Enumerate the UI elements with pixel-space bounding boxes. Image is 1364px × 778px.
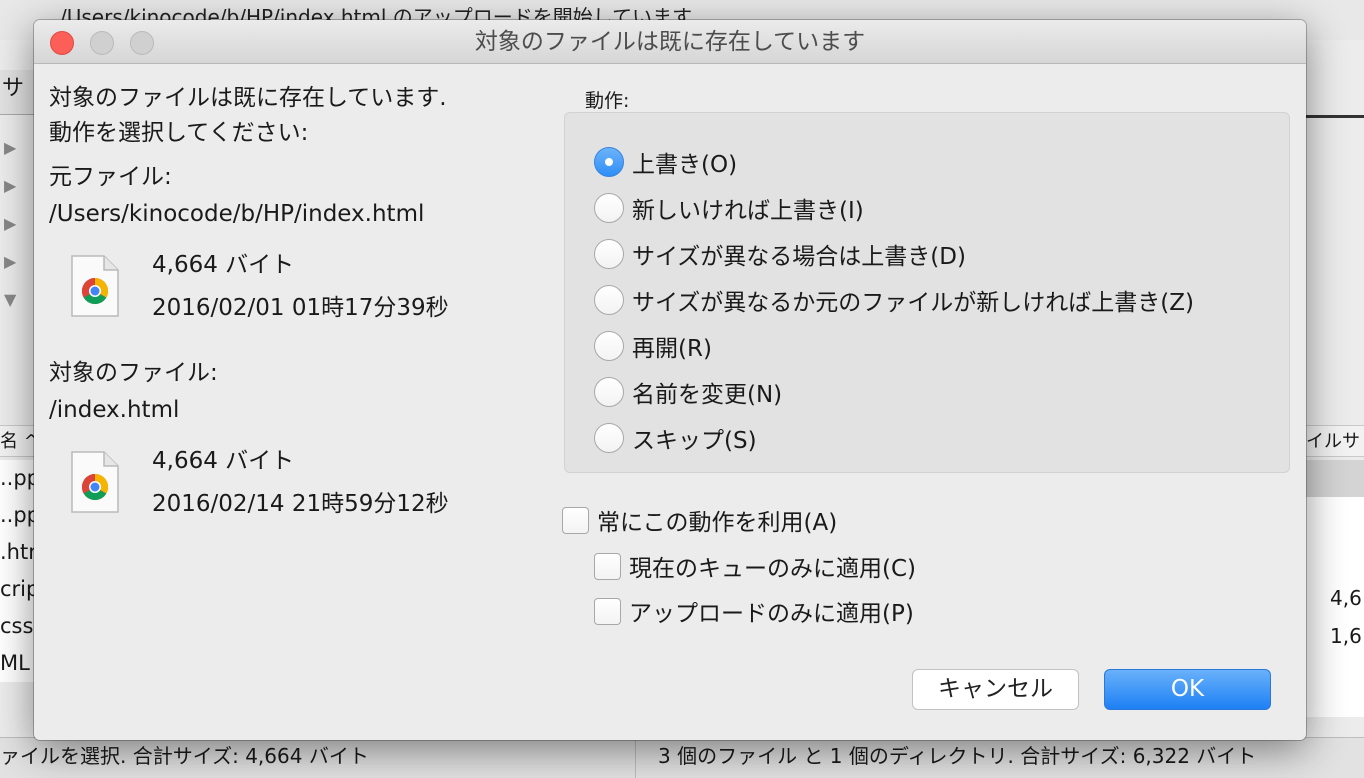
- radio-button[interactable]: [594, 285, 624, 315]
- radio-skip[interactable]: スキップ(S): [594, 420, 757, 456]
- local-file-row[interactable]: crip: [0, 571, 34, 608]
- radio-label: スキップ(S): [632, 428, 757, 454]
- always-use-action-checkbox-row[interactable]: 常にこの動作を利用(A): [562, 504, 837, 536]
- radio-label: 上書き(O): [632, 152, 738, 178]
- target-file-date: 2016/02/14 21時59分12秒: [152, 491, 449, 517]
- checkbox-label: 常にこの動作を利用(A): [597, 510, 838, 536]
- local-file-row[interactable]: css: [0, 608, 34, 645]
- status-bar: ァイルを選択. 合計サイズ: 4,664 バイト 3 個のファイル と 1 個の…: [0, 737, 1364, 778]
- target-file-path: /index.html: [49, 397, 180, 423]
- remote-selected-row[interactable]: [1306, 460, 1364, 497]
- radio-overwrite-if-newer[interactable]: 新しいければ上書き(I): [594, 190, 864, 226]
- local-file-row[interactable]: ..pp: [0, 460, 34, 497]
- minimize-window-button[interactable]: [90, 31, 114, 55]
- ok-button[interactable]: OK: [1104, 669, 1271, 710]
- radio-button[interactable]: [594, 377, 624, 407]
- remote-status-text: 3 個のファイル と 1 個のディレクトリ. 合計サイズ: 6,322 バイト: [658, 744, 1257, 768]
- disclosure-triangle-open-icon[interactable]: ▼: [4, 290, 16, 309]
- file-exists-dialog: 対象のファイルは既に存在しています 対象のファイルは既に存在しています. 動作を…: [34, 20, 1306, 740]
- always-use-action-checkbox[interactable]: [562, 506, 589, 534]
- radio-label: 再開(R): [632, 336, 712, 362]
- checkbox-label: アップロードのみに適用(P): [629, 601, 914, 627]
- radio-button-selected[interactable]: [594, 147, 624, 177]
- local-file-row[interactable]: .htm: [0, 534, 34, 571]
- radio-overwrite-if-size-differs-or-newer[interactable]: サイズが異なるか元のファイルが新しければ上書き(Z): [594, 282, 1194, 318]
- local-file-row[interactable]: ..pp: [0, 497, 34, 534]
- radio-rename[interactable]: 名前を変更(N): [594, 374, 782, 410]
- dialog-title: 対象のファイルは既に存在しています: [474, 29, 866, 55]
- radio-label: サイズが異なる場合は上書き(D): [632, 244, 966, 270]
- radio-button[interactable]: [594, 239, 624, 269]
- source-file-path: /Users/kinocode/b/HP/index.html: [49, 201, 425, 227]
- remote-file-size: 1,6: [1330, 624, 1362, 648]
- chrome-html-file-icon: [71, 451, 119, 513]
- chrome-html-file-icon: [71, 255, 119, 317]
- action-group-label: 動作:: [585, 90, 630, 112]
- apply-to-queue-only-checkbox[interactable]: [594, 552, 621, 580]
- source-file-label: 元ファイル:: [49, 164, 172, 190]
- radio-resume[interactable]: 再開(R): [594, 328, 712, 364]
- message-line-2: 動作を選択してください:: [49, 120, 309, 146]
- radio-button[interactable]: [594, 423, 624, 453]
- radio-overwrite-if-size-differs[interactable]: サイズが異なる場合は上書き(D): [594, 236, 966, 272]
- radio-button[interactable]: [594, 331, 624, 361]
- disclosure-triangle-icon[interactable]: ▶: [4, 138, 16, 157]
- checkbox-label: 現在のキューのみに適用(C): [629, 556, 917, 582]
- disclosure-triangle-icon[interactable]: ▶: [4, 176, 16, 195]
- cancel-button[interactable]: キャンセル: [912, 669, 1079, 710]
- source-file-size: 4,664 バイト: [152, 252, 295, 278]
- message-line-1: 対象のファイルは既に存在しています.: [49, 85, 447, 111]
- disclosure-triangle-icon[interactable]: ▶: [4, 214, 16, 233]
- local-file-row[interactable]: ML: [0, 645, 34, 682]
- remote-filesize-column-header[interactable]: イルサ: [1306, 425, 1364, 457]
- target-file-label: 対象のファイル:: [49, 360, 218, 386]
- remote-file-size: 4,6: [1330, 586, 1362, 610]
- apply-to-uploads-only-checkbox[interactable]: [594, 597, 621, 625]
- dialog-titlebar: 対象のファイルは既に存在しています: [34, 20, 1306, 64]
- radio-label: サイズが異なるか元のファイルが新しければ上書き(Z): [632, 290, 1195, 316]
- apply-to-queue-only-checkbox-row[interactable]: 現在のキューのみに適用(C): [594, 550, 916, 582]
- transfer-log-line: /Users/kinocode/b/HP/index.html のアップロードを…: [60, 5, 693, 22]
- radio-overwrite[interactable]: 上書き(O): [594, 144, 737, 180]
- divider: [1306, 115, 1364, 118]
- radio-label: 新しいければ上書き(I): [632, 198, 864, 224]
- local-name-column-header[interactable]: 名 ^: [0, 425, 34, 457]
- radio-button[interactable]: [594, 193, 624, 223]
- local-status-text: ァイルを選択. 合計サイズ: 4,664 バイト: [0, 738, 636, 778]
- disclosure-triangle-icon[interactable]: ▶: [4, 252, 16, 271]
- apply-to-uploads-only-checkbox-row[interactable]: アップロードのみに適用(P): [594, 595, 914, 627]
- radio-label: 名前を変更(N): [632, 382, 783, 408]
- source-file-date: 2016/02/01 01時17分39秒: [152, 295, 449, 321]
- local-pane-tab[interactable]: サ: [0, 70, 34, 115]
- zoom-window-button[interactable]: [130, 31, 154, 55]
- close-window-button[interactable]: [50, 31, 74, 55]
- target-file-size: 4,664 バイト: [152, 448, 295, 474]
